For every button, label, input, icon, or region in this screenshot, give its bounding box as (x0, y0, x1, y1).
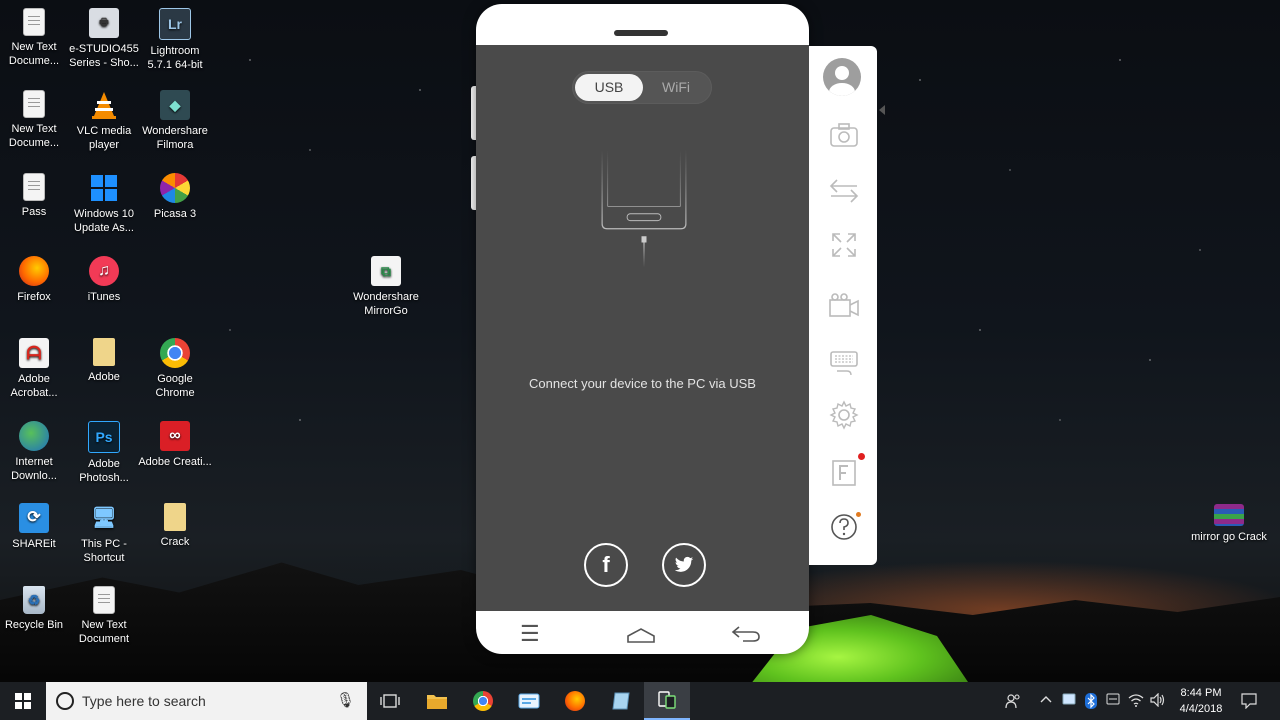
desktop-icon-idm[interactable]: Internet Downlo... (0, 421, 72, 483)
notification-dot (858, 453, 865, 460)
start-button[interactable] (0, 682, 46, 720)
creative-cloud-icon: ∞ (160, 421, 190, 451)
back-icon[interactable] (731, 623, 761, 649)
desktop-icon-creative-cloud[interactable]: ∞ Adobe Creati... (137, 421, 213, 469)
taskbar: Type here to search 🎙 8:44 PM 4/4/2018 (0, 682, 1280, 720)
wifi-tab[interactable]: WiFi (642, 74, 710, 101)
filmora-icon: ◆ (160, 90, 190, 120)
vlc-icon (89, 90, 119, 120)
facebook-icon[interactable]: f (584, 543, 628, 587)
help-notification-dot (856, 512, 861, 517)
desktop-icon-acrobat[interactable]: ᗩ Adobe Acrobat... (0, 338, 72, 400)
itunes-icon: ♫ (89, 256, 119, 286)
clock-date: 4/4/2018 (1179, 703, 1223, 715)
tray-network-app-icon[interactable] (1106, 693, 1120, 708)
photoshop-icon: Ps (88, 421, 120, 453)
shareit-icon: ⟳ (19, 503, 49, 533)
taskbar-chrome-icon[interactable] (460, 682, 506, 720)
desktop-icon-crack-folder[interactable]: Crack (137, 503, 213, 549)
camera-icon[interactable] (827, 118, 861, 152)
windows-logo-icon (15, 693, 31, 709)
action-center-icon[interactable] (1241, 693, 1257, 712)
feedback-icon[interactable] (827, 456, 861, 490)
twitter-icon[interactable] (662, 543, 706, 587)
mirrorgo-sidebar (809, 46, 877, 565)
clock-time: 8:44 PM (1180, 687, 1222, 699)
desktop-icon-chrome[interactable]: Google Chrome (137, 338, 213, 400)
text-document-icon (23, 8, 45, 36)
desktop-icon-new-text-document-2[interactable]: New Text Docume... (0, 90, 72, 150)
keyboard-icon[interactable] (827, 344, 861, 378)
desktop-icon-filmora[interactable]: ◆ Wondershare Filmora (137, 90, 213, 152)
desktop-icon-picasa[interactable]: Picasa 3 (137, 173, 213, 221)
phone-nav-bar: ☰ (476, 611, 809, 654)
phone-screen: USB WiFi Connect your device to the PC v… (476, 45, 809, 611)
idm-icon (19, 421, 49, 451)
chevron-up-icon[interactable] (1040, 693, 1052, 708)
printer-icon: 🖶 (89, 8, 119, 38)
desktop-icon-windows-update[interactable]: Windows 10 Update As... (66, 173, 142, 235)
avatar-icon[interactable] (823, 58, 861, 96)
search-placeholder: Type here to search (82, 693, 206, 709)
desktop-icon-e-studio[interactable]: 🖶 e-STUDIO455 Series - Sho... (66, 8, 142, 70)
desktop-icon-this-pc[interactable]: 🖥 This PC - Shortcut (66, 503, 142, 565)
usb-tab[interactable]: USB (575, 74, 643, 101)
desktop-icon-mirrorgo[interactable]: ⧉ Wondershare MirrorGo (348, 256, 424, 318)
chrome-icon (160, 338, 190, 368)
fullscreen-icon[interactable] (827, 228, 861, 262)
mirrorgo-icon: ⧉ (371, 256, 401, 286)
acrobat-icon: ᗩ (19, 338, 49, 368)
lightroom-icon: Lr (159, 8, 191, 40)
folder-icon (164, 503, 186, 531)
bluetooth-icon[interactable] (1085, 693, 1097, 712)
taskbar-search-box[interactable]: Type here to search 🎙 (46, 682, 367, 720)
desktop-icon-itunes[interactable]: ♫ iTunes (66, 256, 142, 304)
volume-icon[interactable] (1150, 692, 1166, 710)
recycle-bin-icon: ♻ (23, 586, 45, 614)
desktop-icon-vlc[interactable]: VLC media player (66, 90, 142, 152)
menu-icon[interactable]: ☰ (520, 621, 540, 647)
desktop-icon-mirror-go-crack[interactable]: mirror go Crack (1191, 504, 1267, 544)
tray-app-icon[interactable] (1062, 693, 1076, 708)
microphone-icon[interactable]: 🎙 (336, 691, 355, 709)
taskbar-firefox-icon[interactable] (552, 682, 598, 720)
device-illustration (601, 150, 687, 268)
taskbar-clock[interactable]: 8:44 PM 4/4/2018 (1166, 685, 1236, 717)
video-record-icon[interactable] (827, 288, 861, 322)
text-document-icon (93, 586, 115, 614)
settings-icon[interactable] (827, 398, 861, 432)
desktop-icon-recycle-bin[interactable]: ♻ Recycle Bin (0, 586, 72, 632)
desktop-icon-pass[interactable]: Pass (0, 173, 72, 219)
cortana-icon (56, 692, 74, 710)
task-view-icon[interactable] (367, 682, 413, 720)
this-pc-icon: 🖥 (91, 507, 117, 529)
picasa-icon (160, 173, 190, 203)
taskbar-notepad-icon[interactable] (598, 682, 644, 720)
desktop-icon-photoshop[interactable]: Ps Adobe Photosh... (66, 421, 142, 485)
file-explorer-icon[interactable] (414, 682, 460, 720)
desktop-icon-adobe-folder[interactable]: Adobe (66, 338, 142, 384)
wifi-icon[interactable] (1128, 693, 1144, 710)
sidebar-collapse-arrow-icon[interactable] (879, 105, 885, 115)
connect-message: Connect your device to the PC via USB (529, 376, 756, 391)
people-icon[interactable] (1005, 693, 1021, 712)
phone-speaker (614, 30, 668, 36)
firefox-icon (19, 256, 49, 286)
winrar-icon (1214, 504, 1244, 526)
text-document-icon (23, 90, 45, 118)
connection-toggle: USB WiFi (572, 71, 712, 104)
desktop-icon-new-text-document-3[interactable]: New Text Document (66, 586, 142, 646)
taskbar-mirrorgo-icon[interactable] (644, 682, 690, 720)
desktop-icon-new-text-document-1[interactable]: New Text Docume... (0, 8, 72, 68)
taskbar-app-icon[interactable] (506, 682, 552, 720)
folder-icon (93, 338, 115, 366)
mirrorgo-phone-window: USB WiFi Connect your device to the PC v… (476, 4, 809, 654)
windows-update-icon (89, 173, 119, 203)
desktop-icon-shareit[interactable]: ⟳ SHAREit (0, 503, 72, 551)
desktop-icon-lightroom[interactable]: Lr Lightroom 5.7.1 64-bit (137, 8, 213, 72)
text-document-icon (23, 173, 45, 201)
transfer-icon[interactable] (827, 174, 861, 208)
desktop-icon-firefox[interactable]: Firefox (0, 256, 72, 304)
home-icon[interactable] (626, 623, 656, 649)
